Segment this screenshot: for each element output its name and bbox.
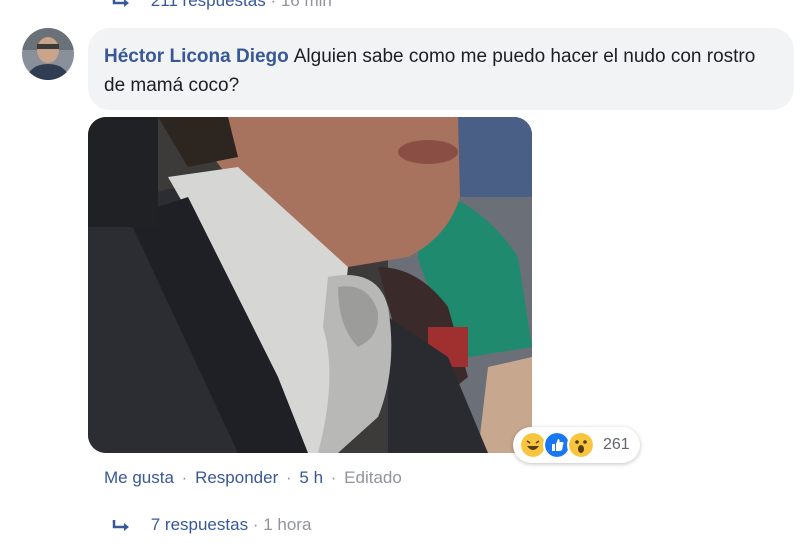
wow-icon [567,431,595,459]
replies-link[interactable]: 7 respuestas [151,515,248,534]
avatar[interactable] [22,28,74,80]
attached-photo-image [88,117,532,453]
comment-actions: Me gusta · Responder · 5 h · Editado [104,468,402,488]
reactions-summary[interactable]: 261 [513,427,640,463]
user-avatar-icon [22,28,74,80]
replies-row[interactable]: 7 respuestas · 1 hora [112,515,311,535]
previous-replies-row[interactable]: 211 respuestas · 16 min [112,0,332,11]
separator: · [285,468,292,487]
reply-arrow-icon [112,0,129,7]
reply-link[interactable]: Responder [195,468,278,487]
separator: · [330,468,337,487]
comment-time[interactable]: 5 h [299,468,323,487]
previous-replies-time: · 16 min [270,0,332,10]
comment-bubble: Héctor Licona Diego Alguien sabe como me … [88,28,794,110]
edited-label[interactable]: Editado [344,468,402,487]
separator: · [181,468,188,487]
reaction-count: 261 [603,436,630,453]
replies-time: · 1 hora [252,515,312,534]
reply-arrow-icon [112,519,129,531]
previous-replies-link[interactable]: 211 respuestas [151,0,266,10]
comment-author[interactable]: Héctor Licona Diego [104,46,289,67]
attached-photo[interactable] [88,117,532,453]
like-link[interactable]: Me gusta [104,468,174,487]
